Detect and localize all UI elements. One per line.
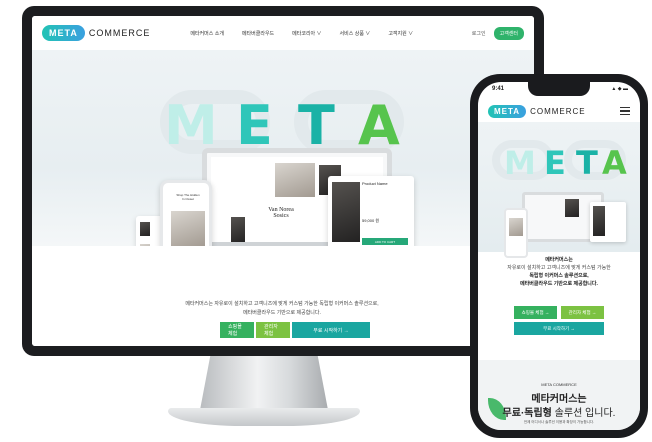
product-cart-button[interactable]: ADD TO CART xyxy=(362,238,408,245)
phone-screen: 9:41 ▲ ◆ ▬ META COMMERCE M E T A 메타커머스는 … xyxy=(478,82,640,430)
smartphone: 9:41 ▲ ◆ ▬ META COMMERCE M E T A 메타커머스는 … xyxy=(470,74,648,438)
card-left-thumb1 xyxy=(140,222,150,236)
menu-item-cloud[interactable]: 메타버클라우드 xyxy=(242,30,274,37)
phone-lap-photo xyxy=(565,199,579,217)
phone-desc-line4: 메타버클라우드 기반으로 제공합니다. xyxy=(520,281,598,287)
phone-headline2-rest: 솔루션 입니다. xyxy=(551,408,616,419)
phone-hero: M E T A xyxy=(478,122,640,258)
phone-logo-mark[interactable]: META xyxy=(488,104,527,118)
menu-item-products[interactable]: 서비스 상품 ∨ xyxy=(340,30,371,37)
hero-phone-text: Shop The Hidden In Closet xyxy=(176,193,200,201)
hero-meta-word: M E T A xyxy=(152,94,432,157)
status-icons: ▲ ◆ ▬ xyxy=(611,86,628,92)
free-start-button[interactable]: 무료 시작하기 → xyxy=(292,322,370,338)
phone-desc-line2: 자유로이 설치하고 고객니즈에 맞게 커스텀 가능한 xyxy=(507,265,611,271)
phone-headline2: 무료·독립형 솔루션 입니다. xyxy=(478,404,640,419)
desc-line1: 메타커머스는 자유로이 설치하고 고객니즈에 맞게 커스텀 가능한 독립형 이커… xyxy=(185,301,379,307)
stage: META COMMERCE 메타커머스 소개 메타버클라우드 메타코리아 ∨ 서… xyxy=(0,0,652,442)
desktop-screen: META COMMERCE 메타커머스 소개 메타버클라우드 메타코리아 ∨ 서… xyxy=(32,16,534,346)
monitor-stand-neck xyxy=(200,356,328,410)
phone-desc-line1: 메타커머스는 xyxy=(545,257,573,263)
phone-logo-word: COMMERCE xyxy=(530,106,586,116)
laptop-photo-side xyxy=(231,217,245,243)
phone-hero-meta-word: M E T A xyxy=(498,144,628,184)
phone-subtext: 언제 어디서나 솔루션 이용과 확장이 가능합니다. xyxy=(523,420,595,424)
phone-card-photo xyxy=(593,206,605,236)
product-photo xyxy=(332,182,360,242)
phone-hero-mini-phone xyxy=(504,208,528,258)
desktop-description: 메타커머스는 자유로이 설치하고 고객니즈에 맞게 커스텀 가능한 독립형 이커… xyxy=(132,300,432,318)
phone-description: 메타커머스는 자유로이 설치하고 고객니즈에 맞게 커스텀 가능한 독립형 이커… xyxy=(486,256,632,288)
desktop-body: 메타커머스는 자유로이 설치하고 고객니즈에 맞게 커스텀 가능한 독립형 이커… xyxy=(32,246,534,346)
desktop-navbar: META COMMERCE 메타커머스 소개 메타버클라우드 메타코리아 ∨ 서… xyxy=(32,16,534,50)
status-time: 9:41 xyxy=(492,86,505,92)
login-link[interactable]: 로그인 xyxy=(472,30,486,37)
desktop-logo[interactable]: META COMMERCE xyxy=(42,25,150,41)
phone-free-start-button[interactable]: 무료 시작하기 → xyxy=(514,322,604,335)
desktop-monitor: META COMMERCE 메타커머스 소개 메타버클라우드 메타코리아 ∨ 서… xyxy=(22,6,544,356)
phone-bottom-section: META COMMERCE 메타커머스는 무료·독립형 솔루션 입니다. 언제 … xyxy=(478,360,640,430)
product-title: Product Name xyxy=(362,181,388,186)
admin-demo-button[interactable]: 관리자 체험 xyxy=(256,322,290,338)
monitor-stand-base xyxy=(168,408,360,426)
laptop-title: Van Norea Sosics xyxy=(268,207,294,219)
phone-navbar: META COMMERCE xyxy=(478,100,640,122)
phone-letter-a: A xyxy=(602,144,627,182)
menu-item-support[interactable]: 고객지원 ∨ xyxy=(388,30,413,37)
logo-mark: META xyxy=(42,25,85,41)
desktop-button-group: 쇼핑몰 체험 관리자 체험 무료 시작하기 → xyxy=(220,322,370,338)
phone-hero-card xyxy=(590,202,626,242)
desktop-menu: 메타커머스 소개 메타버클라우드 메타코리아 ∨ 서비스 상품 ∨ 고객지원 ∨ xyxy=(190,30,413,37)
phone-shop-demo-button[interactable]: 쇼핑몰 체험 → xyxy=(514,306,557,319)
menu-item-korea[interactable]: 메타코리아 ∨ xyxy=(292,30,321,37)
product-price: 59,000 원 xyxy=(362,218,380,223)
phone-notch xyxy=(528,82,590,96)
menu-item-about[interactable]: 메타커머스 소개 xyxy=(190,30,224,37)
phone-desc-line3: 독립형 이커머스 솔루션으로, xyxy=(529,273,589,279)
phone-button-row: 쇼핑몰 체험 → 관리자 체험 → xyxy=(514,306,604,319)
phone-letter-t: T xyxy=(576,144,598,182)
hamburger-menu-icon[interactable] xyxy=(620,107,630,115)
phone-admin-demo-button[interactable]: 관리자 체험 → xyxy=(561,306,604,319)
desktop-hero: M E T A Van Norea Sosics Shop The Hidden… xyxy=(32,50,534,292)
shop-demo-button[interactable]: 쇼핑몰 체험 xyxy=(220,322,254,338)
phone-headline1: 메타커머스는 xyxy=(531,394,587,405)
phone-brand-small: META COMMERCE xyxy=(541,382,577,387)
phone-headline2-bold: 무료·독립형 xyxy=(502,408,552,419)
nav-cta-button[interactable]: 고객센터 xyxy=(493,26,524,40)
desc-line2: 메타버클라우드 기반으로 제공합니다. xyxy=(243,310,321,316)
phone-letter-m: M xyxy=(504,144,536,182)
phone-letter-e: E xyxy=(544,144,566,182)
phone-mini-photo xyxy=(509,218,523,236)
hero-phone-photo xyxy=(171,211,205,247)
logo-word: COMMERCE xyxy=(88,28,151,38)
desktop-nav-right: 로그인 고객센터 xyxy=(472,26,524,40)
laptop-photo-top xyxy=(275,163,315,197)
